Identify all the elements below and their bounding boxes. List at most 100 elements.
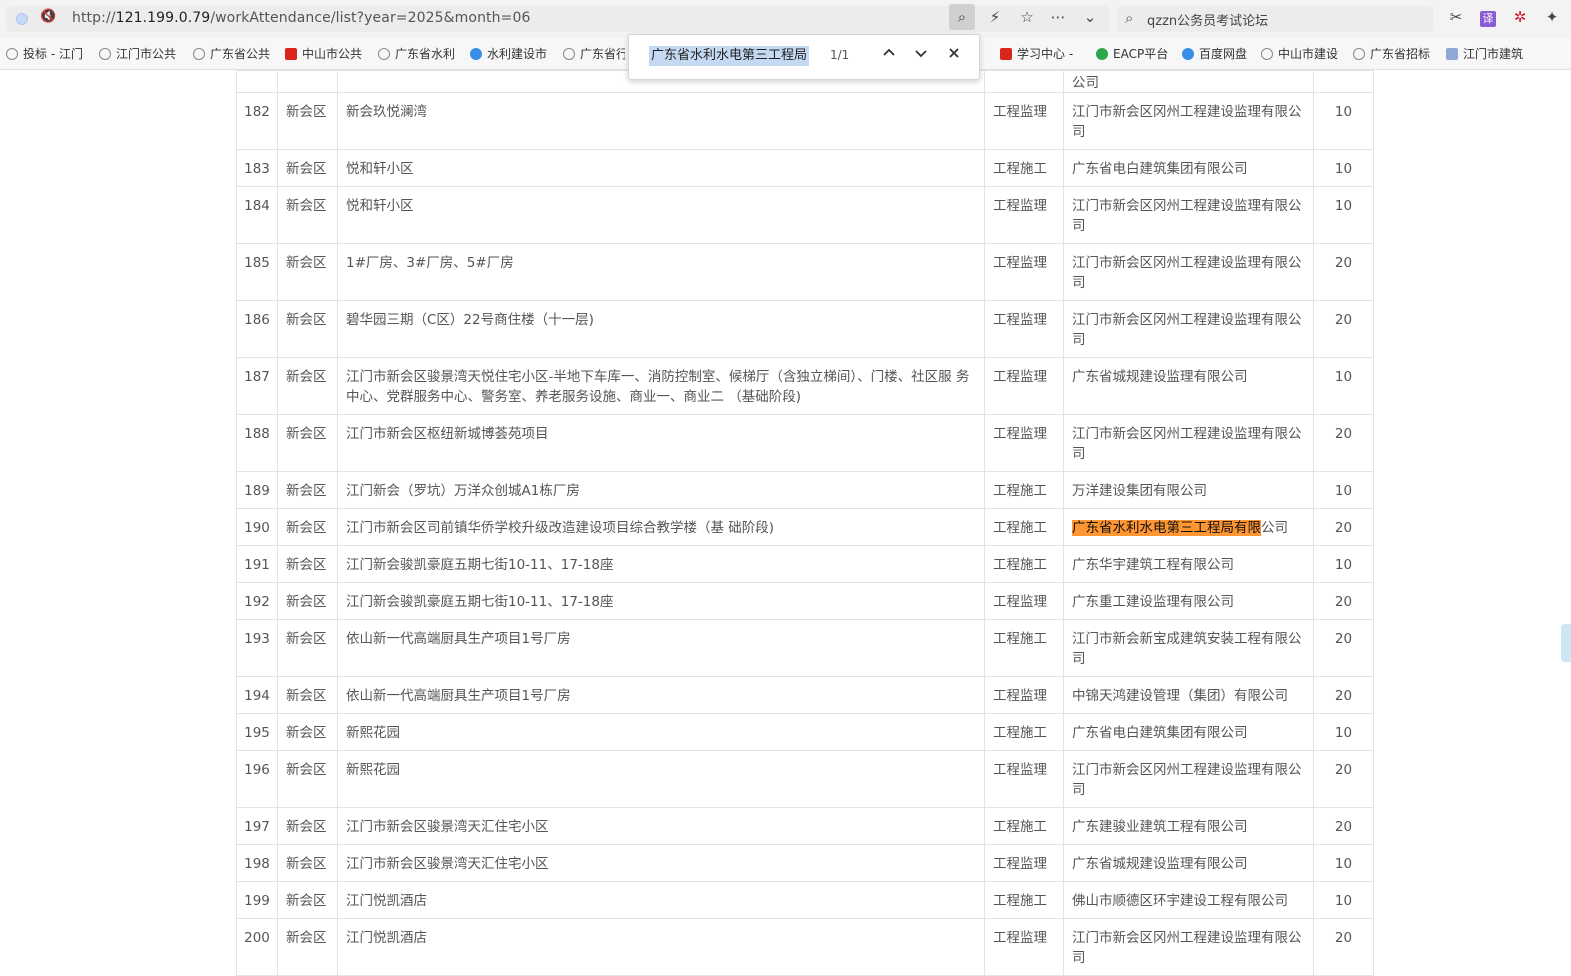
- extension-icon[interactable]: ✲: [1507, 4, 1533, 30]
- table-row: 192 新会区 江门新会骏凯豪庭五期七街10-11、17-18座 工程监理 广东重工建设…: [236, 582, 1374, 620]
- row-number: 191: [236, 545, 278, 583]
- row-number: 186: [236, 300, 278, 358]
- lightning-icon[interactable]: ⚡: [982, 4, 1008, 30]
- project-cell: 1#厂房、3#厂房、5#厂房: [337, 243, 985, 301]
- project-cell: 依山新一代高端厨具生产项目1号厂房: [337, 676, 985, 714]
- chevron-down-icon: [915, 50, 927, 58]
- search-input[interactable]: qzzn公务员考试论坛: [1147, 10, 1268, 29]
- district-cell: 新会区: [277, 149, 338, 187]
- company-cell: 江门市新会区冈州工程建设监理有限公司: [1063, 92, 1314, 150]
- district-cell: [277, 70, 338, 93]
- translate-icon[interactable]: 译: [1475, 4, 1501, 30]
- bookmark-item[interactable]: 广东省招标: [1353, 45, 1433, 63]
- study-icon: [1000, 48, 1012, 60]
- scissors-icon[interactable]: ✂: [1443, 4, 1469, 30]
- search-box[interactable]: ⌕ qzzn公务员考试论坛: [1117, 6, 1433, 32]
- district-cell: 新会区: [277, 186, 338, 244]
- row-number: 196: [236, 750, 278, 808]
- score-cell: 20: [1313, 918, 1374, 976]
- table-row: 185 新会区 1#厂房、3#厂房、5#厂房 工程监理 江门市新会区冈州工程建设监理有限…: [236, 243, 1374, 301]
- project-cell: 江门市新会区枢纽新城博荟苑项目: [337, 414, 985, 472]
- project-cell: 江门市新会区骏景湾天汇住宅小区: [337, 844, 985, 882]
- company-cell: 公司: [1063, 70, 1314, 93]
- type-cell: 工程监理: [984, 750, 1064, 808]
- district-cell: 新会区: [277, 844, 338, 882]
- company-cell: 江门市新会区冈州工程建设监理有限公司: [1063, 243, 1314, 301]
- find-in-page-icon[interactable]: ⌕: [949, 4, 975, 30]
- bookmark-item[interactable]: 中山市公共: [285, 45, 365, 63]
- more-icon[interactable]: ⋯: [1045, 4, 1071, 30]
- type-cell: 工程监理: [984, 918, 1064, 976]
- score-cell: 20: [1313, 508, 1374, 546]
- row-number: 187: [236, 357, 278, 415]
- bookmark-item[interactable]: 广东省行: [563, 45, 625, 63]
- find-input[interactable]: 广东省水利水电第三工程局: [649, 46, 810, 66]
- side-widget[interactable]: [1561, 624, 1571, 662]
- project-cell: 江门新会（罗坑）万洋众创城A1栋厂房: [337, 471, 985, 509]
- bookmark-item[interactable]: 江门市建筑: [1446, 45, 1526, 63]
- puzzle-icon[interactable]: ✦: [1539, 4, 1565, 30]
- company-cell: 江门市新会区冈州工程建设监理有限公司: [1063, 918, 1314, 976]
- district-cell: 新会区: [277, 918, 338, 976]
- water-drop-icon: [470, 48, 482, 60]
- type-cell: 工程施工: [984, 881, 1064, 919]
- bookmark-item[interactable]: 投标 - 江门: [6, 45, 86, 63]
- project-cell: 江门新会骏凯豪庭五期七街10-11、17-18座: [337, 582, 985, 620]
- district-cell: 新会区: [277, 300, 338, 358]
- url-text[interactable]: http://121.199.0.79/workAttendance/list?…: [72, 10, 530, 26]
- score-cell: 20: [1313, 414, 1374, 472]
- project-cell: 江门市新会区司前镇华侨学校升级改造建设项目综合教学楼（基 础阶段): [337, 508, 985, 546]
- row-number: 192: [236, 582, 278, 620]
- find-previous-button[interactable]: [878, 45, 900, 67]
- blocked-media-icon[interactable]: 🔇: [40, 9, 56, 24]
- table-row: 197 新会区 江门市新会区骏景湾天汇住宅小区 工程施工 广东建骏业建筑工程有限公司 20: [236, 807, 1374, 845]
- project-cell: 悦和轩小区: [337, 186, 985, 244]
- bookmark-item[interactable]: 广东省水利: [378, 45, 456, 63]
- globe-icon: [193, 48, 205, 60]
- site-icon: [1446, 48, 1458, 60]
- table-row: 195 新会区 新熙花园 工程施工 广东省电白建筑集团有限公司 10: [236, 713, 1374, 751]
- project-cell: 新会玖悦澜湾: [337, 92, 985, 150]
- company-cell: 万洋建设集团有限公司: [1063, 471, 1314, 509]
- project-cell: 江门悦凯酒店: [337, 881, 985, 919]
- district-cell: 新会区: [277, 508, 338, 546]
- score-cell: 10: [1313, 92, 1374, 150]
- bookmark-item[interactable]: 水利建设市: [470, 45, 550, 63]
- bookmark-item[interactable]: 广东省公共: [193, 45, 271, 63]
- row-number: 190: [236, 508, 278, 546]
- bookmark-item[interactable]: EACP平台: [1096, 45, 1176, 63]
- table-row: 191 新会区 江门新会骏凯豪庭五期七街10-11、17-18座 工程施工 广东华宇建筑…: [236, 545, 1374, 583]
- find-next-button[interactable]: [910, 45, 932, 67]
- row-number: 200: [236, 918, 278, 976]
- table-row: 186 新会区 碧华园三期（C区）22号商住楼（十一层) 工程监理 江门市新会区冈州工程…: [236, 300, 1374, 358]
- find-close-button[interactable]: [943, 45, 965, 67]
- company-cell: 广东省城规建设监理有限公司: [1063, 844, 1314, 882]
- type-cell: [984, 70, 1064, 93]
- score-cell: 10: [1313, 149, 1374, 187]
- table-row: 188 新会区 江门市新会区枢纽新城博荟苑项目 工程监理 江门市新会区冈州工程建设监理有…: [236, 414, 1374, 472]
- find-highlight: 广东省水利水电第三工程局有限: [1072, 520, 1261, 536]
- table-row: 187 新会区 江门市新会区骏景湾天悦住宅小区-半地下车库一、消防控制室、候梯厅（含…: [236, 357, 1374, 415]
- star-bookmark-icon[interactable]: ☆: [1014, 4, 1040, 30]
- district-cell: 新会区: [277, 414, 338, 472]
- type-cell: 工程监理: [984, 357, 1064, 415]
- swirl-icon: [1353, 48, 1365, 60]
- score-cell: 10: [1313, 881, 1374, 919]
- table-row: 199 新会区 江门悦凯酒店 工程施工 佛山市顺德区环宇建设工程有限公司 10: [236, 881, 1374, 919]
- company-cell: 广东华宇建筑工程有限公司: [1063, 545, 1314, 583]
- bookmark-item[interactable]: 中山市建设: [1261, 45, 1341, 63]
- table-row: 190 新会区 江门市新会区司前镇华侨学校升级改造建设项目综合教学楼（基 础阶段) 工…: [236, 508, 1374, 546]
- site-icon: [285, 48, 297, 60]
- row-number: 197: [236, 807, 278, 845]
- bookmark-item[interactable]: 江门市公共: [99, 45, 179, 63]
- bookmark-item[interactable]: 学习中心 -: [1000, 45, 1078, 63]
- row-number: 189: [236, 471, 278, 509]
- chevron-down-icon[interactable]: ⌄: [1077, 4, 1103, 30]
- globe-icon: [563, 48, 575, 60]
- score-cell: 20: [1313, 243, 1374, 301]
- globe-icon: [1261, 48, 1273, 60]
- address-bar[interactable]: 🔇 http://121.199.0.79/workAttendance/lis…: [6, 6, 1109, 32]
- site-info-icon[interactable]: [16, 13, 28, 25]
- project-cell: 新熙花园: [337, 750, 985, 808]
- bookmark-item[interactable]: 百度网盘: [1182, 45, 1252, 63]
